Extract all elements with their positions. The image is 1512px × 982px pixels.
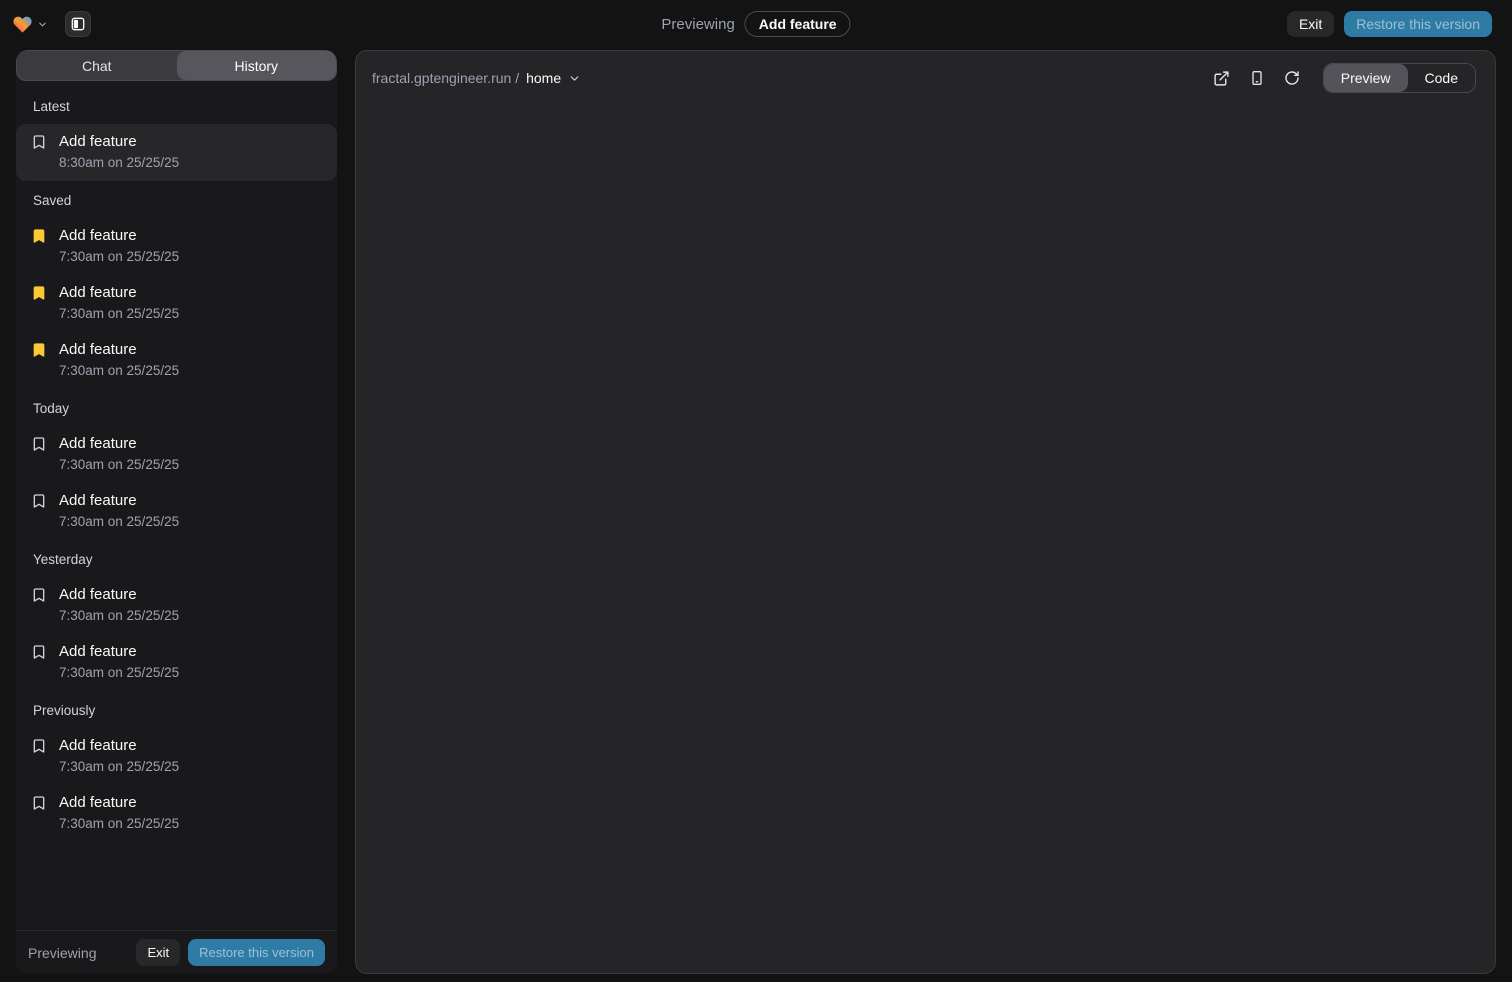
bookmark-outline-icon[interactable] [28,644,47,660]
open-in-new-tab-button[interactable] [1208,64,1236,92]
preview-status: Previewing Add feature [661,11,850,37]
history-item-timestamp: 7:30am on 25/25/25 [59,363,325,378]
section-label: Previously [16,701,337,728]
bookmark-outline-icon[interactable] [28,587,47,603]
exit-button[interactable]: Exit [136,939,180,966]
history-section-yesterday: YesterdayAdd feature7:30am on 25/25/25Ad… [16,550,337,691]
preview-content [356,105,1495,973]
history-item-timestamp: 7:30am on 25/25/25 [59,306,325,321]
history-item-timestamp: 7:30am on 25/25/25 [59,816,325,831]
bookmark-filled-icon[interactable] [28,228,47,244]
exit-button[interactable]: Exit [1287,11,1334,37]
history-list: Latest Add feature 8:30am on 25/25/25 Saved… [16,81,337,930]
refresh-button[interactable] [1278,64,1306,92]
version-badge[interactable]: Add feature [745,11,851,37]
bookmark-filled-icon[interactable] [28,342,47,358]
chevron-down-icon [37,19,48,30]
history-item-title: Add feature [59,737,137,754]
history-item[interactable]: Add feature 7:30am on 25/25/25 [16,483,337,540]
footer-actions: Exit Restore this version [136,939,325,966]
previewing-label: Previewing [661,16,734,33]
history-item-title: Add feature [59,284,137,301]
history-item-title: Add feature [59,492,137,509]
history-item[interactable]: Add feature 7:30am on 25/25/25 [16,332,337,389]
preview-tab[interactable]: Preview [1324,64,1408,92]
history-item-timestamp: 7:30am on 25/25/25 [59,514,325,529]
history-section-latest: Latest Add feature 8:30am on 25/25/25 [16,97,337,181]
tab-history[interactable]: History [177,51,337,80]
history-item-timestamp: 7:30am on 25/25/25 [59,249,325,264]
history-item-title: Add feature [59,435,137,452]
section-label: Yesterday [16,550,337,577]
sidebar-tabs: Chat History [16,50,337,81]
history-sidebar: Chat History Latest Add feature 8:30am on … [16,50,337,974]
preview-header-actions: Preview Code [1208,63,1476,93]
history-item-title: Add feature [59,227,137,244]
section-label: Saved [16,191,337,218]
preview-panel: fractal.gptengineer.run / home [355,50,1496,974]
preview-header: fractal.gptengineer.run / home [356,51,1495,105]
history-item-timestamp: 7:30am on 25/25/25 [59,608,325,623]
url-page: home [526,70,561,86]
history-item-title: Add feature [59,133,137,150]
logo-area [12,11,91,37]
restore-version-button[interactable]: Restore this version [1344,11,1492,37]
history-item-timestamp: 7:30am on 25/25/25 [59,665,325,680]
top-bar: Previewing Add feature Exit Restore this… [0,0,1512,48]
history-item-title: Add feature [59,794,137,811]
bookmark-outline-icon[interactable] [28,436,47,452]
history-section-saved: SavedAdd feature7:30am on 25/25/25Add fe… [16,191,337,389]
tab-chat[interactable]: Chat [17,51,177,80]
restore-version-button[interactable]: Restore this version [188,939,325,966]
history-section-previously: PreviouslyAdd feature7:30am on 25/25/25A… [16,701,337,842]
previewing-label: Previewing [28,945,96,961]
history-section-today: TodayAdd feature7:30am on 25/25/25Add fe… [16,399,337,540]
history-item[interactable]: Add feature 7:30am on 25/25/25 [16,218,337,275]
section-label: Today [16,399,337,426]
panel-left-icon [70,16,86,32]
bookmark-outline-icon[interactable] [28,134,47,150]
bookmark-filled-icon[interactable] [28,285,47,301]
sidebar-footer: Previewing Exit Restore this version [16,930,337,974]
url-prefix: fractal.gptengineer.run / [372,70,519,86]
url-selector[interactable]: fractal.gptengineer.run / home [372,70,581,86]
chevron-down-icon [568,72,581,85]
bookmark-outline-icon[interactable] [28,738,47,754]
sidebar-toggle-button[interactable] [65,11,91,37]
mobile-view-button[interactable] [1243,64,1271,92]
history-item[interactable]: Add feature 7:30am on 25/25/25 [16,426,337,483]
refresh-icon [1284,70,1300,86]
history-item[interactable]: Add feature 7:30am on 25/25/25 [16,785,337,842]
topbar-actions: Exit Restore this version [1287,11,1492,37]
history-item-timestamp: 8:30am on 25/25/25 [59,155,325,170]
history-item[interactable]: Add feature 7:30am on 25/25/25 [16,728,337,785]
heart-logo-icon [12,14,33,35]
bookmark-outline-icon[interactable] [28,493,47,509]
history-item-timestamp: 7:30am on 25/25/25 [59,759,325,774]
history-item[interactable]: Add feature 7:30am on 25/25/25 [16,275,337,332]
history-item-timestamp: 7:30am on 25/25/25 [59,457,325,472]
section-label: Latest [16,97,337,124]
history-item-title: Add feature [59,643,137,660]
history-item[interactable]: Add feature 7:30am on 25/25/25 [16,634,337,691]
external-link-icon [1213,70,1230,87]
code-tab[interactable]: Code [1408,64,1475,92]
history-item[interactable]: Add feature 7:30am on 25/25/25 [16,577,337,634]
logo-menu-button[interactable] [12,14,48,35]
workspace: Chat History Latest Add feature 8:30am on … [16,50,1496,974]
history-item-title: Add feature [59,586,137,603]
bookmark-outline-icon[interactable] [28,795,47,811]
smartphone-icon [1249,70,1265,86]
history-item-title: Add feature [59,341,137,358]
history-item[interactable]: Add feature 8:30am on 25/25/25 [16,124,337,181]
view-toggle: Preview Code [1323,63,1476,93]
